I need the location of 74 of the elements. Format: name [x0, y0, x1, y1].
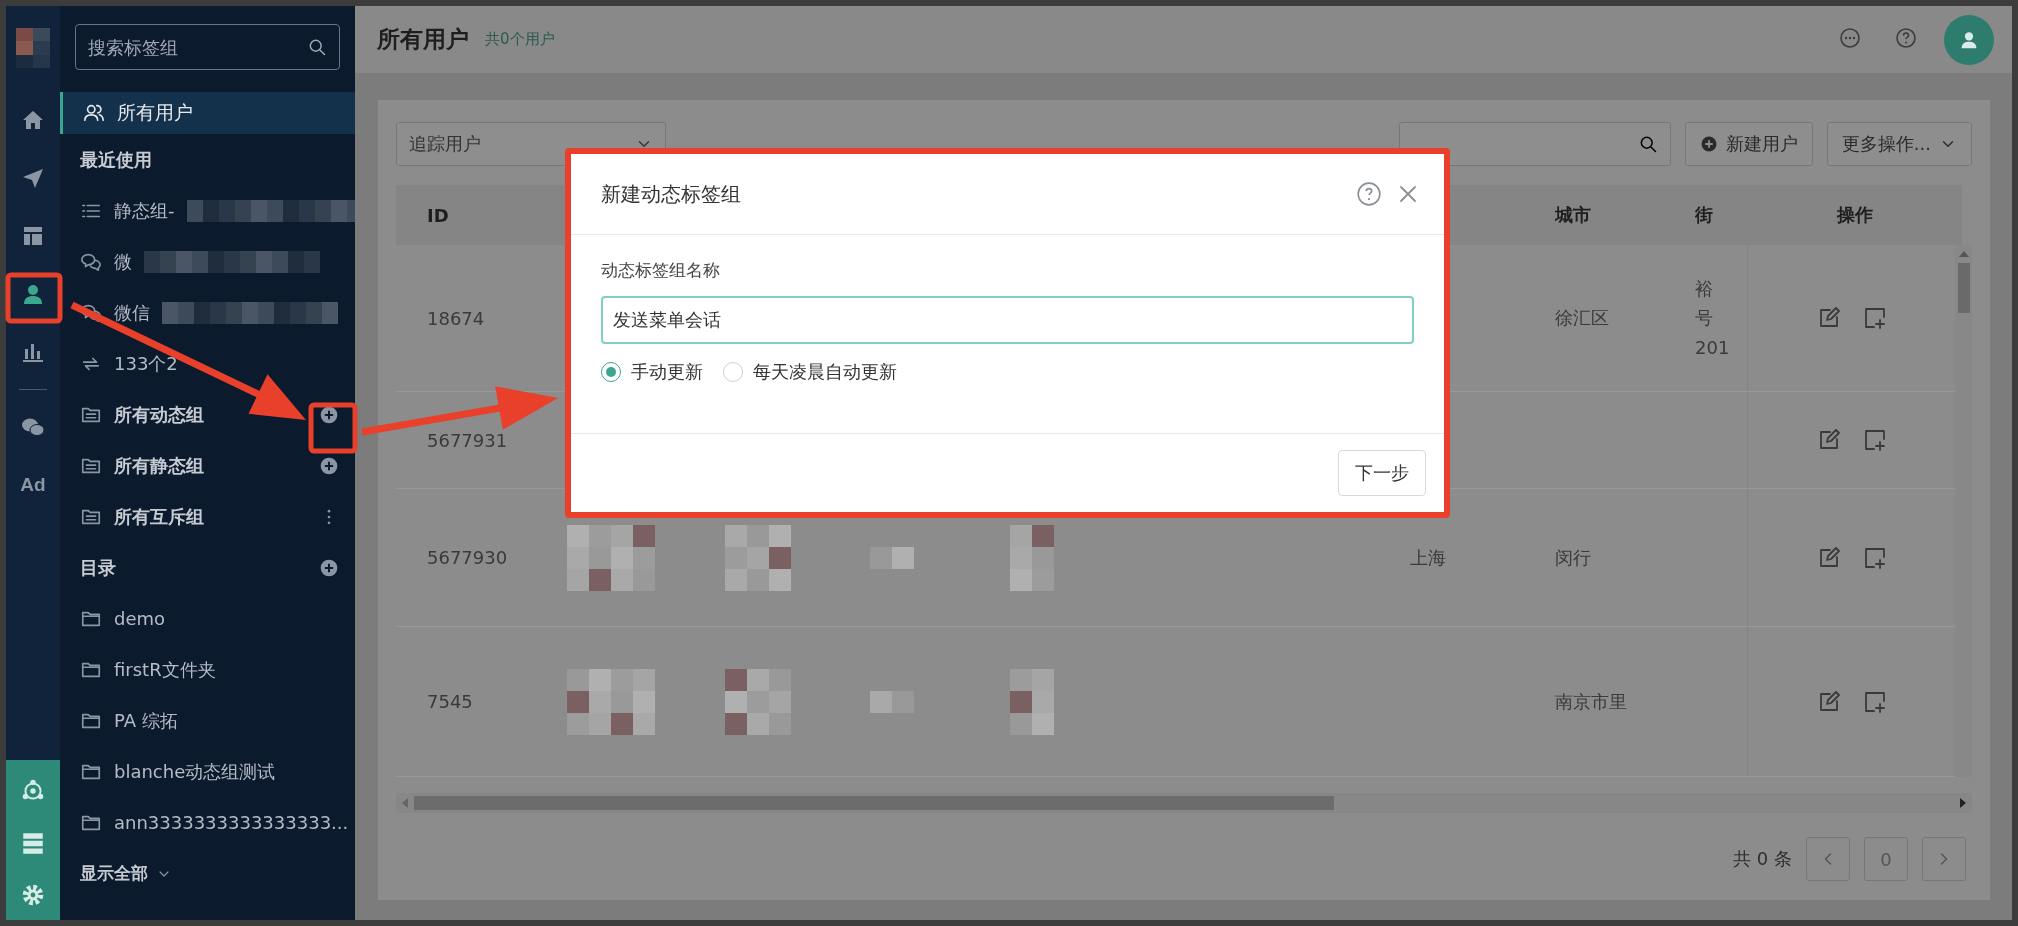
show-all-link[interactable]: 显示全部 [80, 862, 148, 885]
scroll-up-icon[interactable] [1958, 251, 1969, 257]
recent-item[interactable]: 静态组- [114, 198, 175, 223]
send-icon[interactable] [21, 166, 45, 190]
scroll-thumb[interactable] [1957, 263, 1970, 313]
folder-item[interactable]: firstR文件夹 [114, 657, 216, 682]
add-icon[interactable] [319, 557, 339, 578]
recent-item[interactable]: 微信 [114, 300, 150, 325]
name-input[interactable]: 发送菜单会话 [601, 296, 1414, 344]
server-icon[interactable] [20, 830, 46, 856]
table-cell: 南京市里 [1555, 690, 1627, 712]
user-icon[interactable] [21, 282, 45, 306]
scrollbar[interactable] [396, 793, 1972, 813]
table-cell: 闵行 [1555, 546, 1591, 568]
radio-option[interactable]: 每天凌晨自动更新 [723, 360, 897, 384]
group-item[interactable]: 所有动态组 [114, 402, 204, 427]
folder-item[interactable]: PA 综拓 [114, 708, 178, 733]
total-count: 共 0 条 [1733, 847, 1792, 871]
column-header: ID [426, 204, 450, 226]
recent-item[interactable]: 微 [114, 249, 132, 274]
add-item-icon[interactable] [1862, 545, 1887, 570]
next-button[interactable]: 下一步 [1338, 450, 1426, 496]
more-actions-button[interactable]: 更多操作... [1826, 122, 1972, 166]
rail-item[interactable]: Ad [6, 456, 60, 514]
page-title: 所有用户 [377, 25, 469, 54]
field-label: 动态标签组名称 [601, 259, 721, 282]
table-cell-text: 裕 [1695, 277, 1714, 300]
group-item[interactable]: 所有互斥组 [114, 504, 204, 529]
table-cell-text: 7545 [426, 691, 474, 712]
dialog-title: 新建动态标签组 [601, 180, 742, 208]
add-item-icon[interactable] [1862, 428, 1887, 452]
table-cell-text: 5677931 [426, 429, 509, 451]
table-cell-text: 18674 [426, 307, 486, 329]
users-icon [83, 102, 105, 124]
folder-item[interactable]: blanche动态组测试 [114, 759, 276, 784]
user-count: 共0个用户 [485, 30, 555, 49]
help-icon[interactable] [1356, 181, 1382, 207]
section-title: 目录 [80, 555, 116, 580]
search-icon [307, 37, 327, 57]
search-box[interactable]: 搜索标签组 [75, 24, 340, 70]
table-cell: 上海 [1410, 546, 1446, 568]
search-field[interactable]: 搜索标签组 [88, 25, 307, 69]
column-header: 操作 [1835, 203, 1874, 227]
folder-item[interactable]: ann3333333333333333... [114, 812, 349, 833]
sidebar-item[interactable]: 所有用户 [60, 92, 355, 134]
highlight-frame [308, 402, 358, 454]
folder-item[interactable]: demo [114, 608, 166, 629]
settings-icon[interactable] [20, 882, 46, 908]
home-icon[interactable] [21, 108, 45, 132]
recent-item[interactable]: 133个2 [114, 351, 178, 376]
section-title: 最近使用 [80, 147, 152, 172]
search-field[interactable] [1398, 122, 1671, 166]
table-cell-text: 5677930 [426, 547, 509, 568]
add-item-icon[interactable] [1862, 689, 1887, 714]
help-icon[interactable] [1894, 25, 1918, 50]
layout-icon[interactable] [21, 224, 45, 248]
radio-option[interactable]: 手动更新 [601, 360, 703, 384]
column-header: 城市 [1555, 203, 1592, 227]
add-icon[interactable] [319, 455, 339, 476]
scroll-right-icon[interactable] [1960, 798, 1966, 808]
avatar[interactable] [1944, 14, 1994, 65]
chat-bubble-icon[interactable] [1838, 25, 1862, 50]
table-cell-text: 号 [1695, 307, 1714, 329]
table-cell: 徐汇区 [1555, 307, 1609, 328]
highlight-frame [5, 272, 63, 324]
logo-icon [16, 28, 50, 68]
scrollbar[interactable] [1955, 245, 1972, 777]
add-icon [1699, 135, 1718, 153]
scroll-thumb[interactable] [414, 796, 1334, 810]
table-cell-text: 201 [1695, 336, 1731, 359]
new-user-button[interactable]: 新建用户 [1684, 122, 1813, 166]
column-header: 街 [1695, 203, 1714, 227]
group-item[interactable]: 所有静态组 [114, 453, 204, 478]
add-item-icon[interactable] [1862, 306, 1887, 330]
